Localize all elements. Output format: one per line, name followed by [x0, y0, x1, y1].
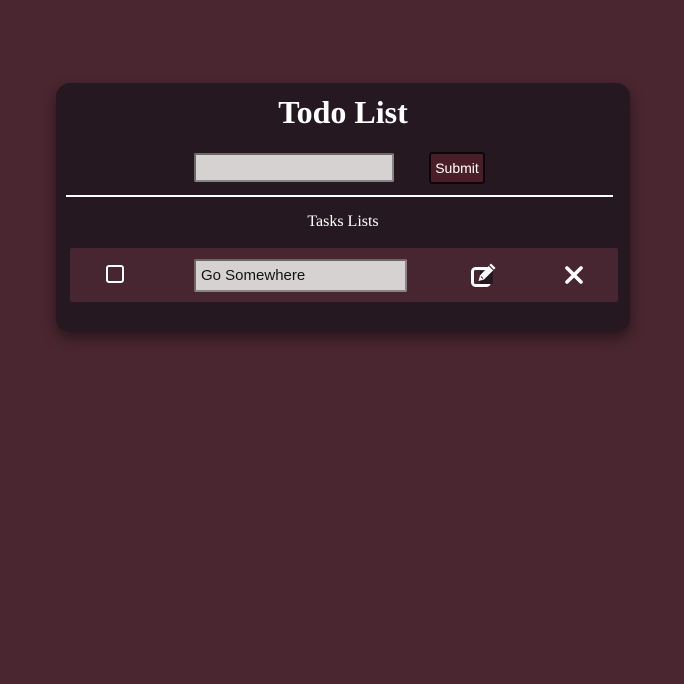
tasks-heading: Tasks Lists	[307, 213, 379, 230]
task-text-field[interactable]	[194, 259, 407, 292]
page-title: Todo List	[278, 94, 408, 130]
close-icon[interactable]	[564, 265, 584, 285]
divider	[66, 195, 613, 197]
submit-button[interactable]: Submit	[429, 152, 485, 184]
task-row	[70, 248, 618, 302]
new-task-input[interactable]	[194, 153, 394, 182]
edit-icon[interactable]	[470, 262, 497, 288]
todo-card: Todo List Submit Tasks Lists	[56, 83, 630, 332]
task-checkbox[interactable]	[106, 265, 124, 283]
